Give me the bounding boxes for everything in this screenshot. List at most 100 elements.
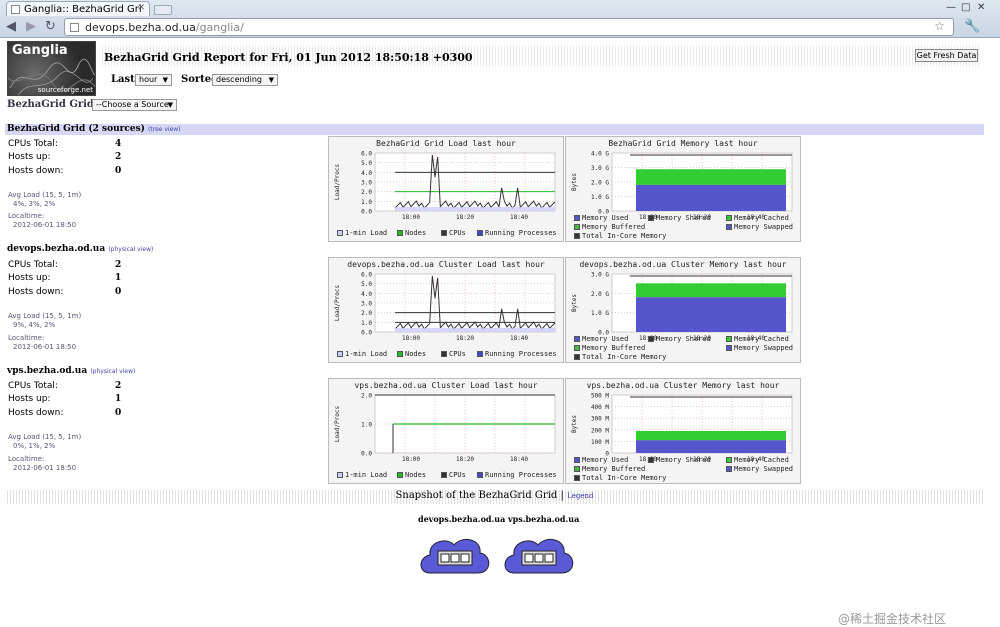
y-tick-label: 1.0	[361, 320, 372, 327]
memory-cached-area	[636, 169, 786, 185]
last-select-value: hour	[139, 75, 158, 84]
reload-icon[interactable]: ↻	[45, 19, 56, 34]
memory-cached-area	[636, 283, 786, 298]
legend-swatch	[477, 472, 483, 478]
legend-item: Running Processes	[477, 350, 557, 358]
legend-link[interactable]: Legend	[567, 492, 593, 500]
cluster-cloud-icon[interactable]	[502, 533, 576, 581]
tree-view-link[interactable]: (tree view)	[148, 126, 180, 133]
legend-item: CPUs	[441, 471, 466, 479]
browser-tab[interactable]: Ganglia:: BezhaGrid Gri ✕	[6, 1, 150, 16]
legend-swatch	[574, 354, 580, 360]
legend-label: Memory Swapped	[734, 465, 794, 473]
y-tick-label: 0.0	[361, 330, 372, 337]
memory-used-area	[636, 184, 786, 211]
legend-item: Nodes	[397, 229, 426, 237]
section-title[interactable]: devops.bezha.od.ua	[7, 244, 105, 254]
snapshot-node-label[interactable]: devops.bezha.od.ua	[418, 514, 505, 524]
y-tick-label: 2.0	[361, 189, 372, 196]
hosts-up-label: Hosts up:	[8, 152, 51, 162]
url-path: /ganglia/	[195, 21, 244, 34]
minimize-icon[interactable]: —	[946, 2, 956, 13]
memory-graph[interactable]: devops.bezha.od.ua Cluster Memory last h…	[565, 257, 801, 363]
legend-swatch	[726, 336, 732, 342]
y-tick-label: 300 M	[591, 416, 609, 423]
legend-label: CPUs	[449, 350, 466, 358]
legend-swatch	[337, 230, 343, 236]
legend-item: Memory Shared	[648, 456, 711, 464]
memory-graph[interactable]: vps.bezha.od.ua Cluster Memory last hour…	[565, 378, 801, 484]
x-tick-label: 18:00	[402, 335, 420, 342]
legend-swatch	[574, 475, 580, 481]
load-graph[interactable]: vps.bezha.od.ua Cluster Load last hour 2.…	[328, 378, 564, 484]
wrench-menu-icon[interactable]: 🔧	[964, 19, 980, 34]
cpus-total-value: 2	[115, 260, 122, 270]
y-tick-label: 4.0	[361, 291, 372, 298]
legend-label: Memory Buffered	[582, 465, 646, 473]
cpus-total-value: 2	[115, 381, 122, 391]
legend-label: CPUs	[449, 229, 466, 237]
hosts-up-value: 2	[115, 152, 122, 162]
new-tab-button[interactable]	[154, 5, 172, 15]
maximize-icon[interactable]: □	[961, 2, 970, 13]
y-axis-label: Bytes	[571, 415, 578, 433]
legend-item: Running Processes	[477, 229, 557, 237]
y-axis-label: Load/Procs	[334, 406, 341, 443]
hosts-up-label: Hosts up:	[8, 394, 51, 404]
avg-load-label: Avg Load (15, 5, 1m)	[8, 191, 82, 199]
source-select[interactable]: --Choose a Source ▼	[92, 99, 177, 111]
y-tick-label: 1.0 G	[591, 310, 609, 317]
legend-label: Memory Used	[582, 456, 629, 464]
get-fresh-data-button[interactable]: Get Fresh Data	[915, 49, 978, 62]
avg-load-value: 0%, 1%, 2%	[13, 442, 56, 450]
localtime-label: Localtime:	[8, 455, 45, 463]
legend-label: CPUs	[449, 471, 466, 479]
y-tick-label: 1.0	[361, 199, 372, 206]
y-tick-label: 200 M	[591, 427, 609, 434]
legend-item: Memory Swapped	[726, 344, 793, 352]
legend-item: Memory Cached	[726, 335, 789, 343]
load-graph[interactable]: BezhaGrid Grid Load last hour 6.0 5.0 4.0 3.…	[328, 136, 564, 242]
snapshot-node-label[interactable]: vps.bezha.od.ua	[508, 514, 579, 524]
address-bar[interactable]: devops.bezha.od.ua/ganglia/ ☆	[64, 18, 954, 36]
last-label: Last	[111, 74, 135, 85]
legend-label: Memory Cached	[734, 456, 789, 464]
legend-label: Nodes	[405, 350, 427, 358]
cluster-section-header: devops.bezha.od.ua (physical view)	[5, 244, 984, 255]
y-axis-label: Bytes	[571, 294, 578, 312]
logo-text: Ganglia	[12, 43, 68, 58]
section-title[interactable]: BezhaGrid Grid (2 sources)	[7, 124, 145, 134]
legend-swatch	[441, 230, 447, 236]
x-tick-label: 18:40	[510, 214, 528, 221]
section-title[interactable]: vps.bezha.od.ua	[7, 366, 87, 376]
last-select[interactable]: hour ▼	[135, 74, 172, 86]
localtime-value: 2012-06-01 18:50	[13, 464, 77, 472]
legend-swatch	[726, 345, 732, 351]
forward-icon[interactable]: ▶	[26, 19, 36, 34]
page-content: Ganglia sourceforge.net BezhaGrid Grid R…	[0, 39, 1000, 626]
cluster-cloud-icon[interactable]	[418, 533, 492, 581]
y-tick-label: 3.0	[361, 180, 372, 187]
legend-item: Nodes	[397, 350, 426, 358]
legend-label: 1-min Load	[345, 229, 388, 237]
physical-view-link[interactable]: (physical view)	[90, 368, 135, 375]
hosts-down-label: Hosts down:	[8, 166, 64, 176]
physical-view-link[interactable]: (physical view)	[108, 246, 153, 253]
y-tick-label: 5.0	[361, 160, 372, 167]
window-close-icon[interactable]: ✕	[977, 2, 985, 13]
breadcrumb[interactable]: BezhaGrid Grid >	[7, 99, 106, 110]
load-graph[interactable]: devops.bezha.od.ua Cluster Load last hou…	[328, 257, 564, 363]
y-tick-label: 5.0	[361, 281, 372, 288]
back-icon[interactable]: ◀	[6, 19, 16, 34]
sorted-select[interactable]: descending ▼	[212, 74, 278, 86]
bookmark-star-icon[interactable]: ☆	[934, 19, 945, 33]
browser-chrome: Ganglia:: BezhaGrid Gri ✕ — □ ✕ ◀ ▶ ↻ de…	[0, 0, 1000, 38]
localtime-value: 2012-06-01 18:50	[13, 221, 77, 229]
ganglia-logo[interactable]: Ganglia sourceforge.net	[7, 41, 96, 96]
memory-graph[interactable]: BezhaGrid Grid Memory last hour 4.0 G 3.0 …	[565, 136, 801, 242]
hosts-up-value: 1	[115, 273, 122, 283]
y-tick-label: 4.0 G	[591, 151, 609, 158]
legend-swatch	[397, 230, 403, 236]
close-tab-icon[interactable]: ✕	[137, 3, 145, 13]
one-min-load-area	[395, 328, 555, 332]
